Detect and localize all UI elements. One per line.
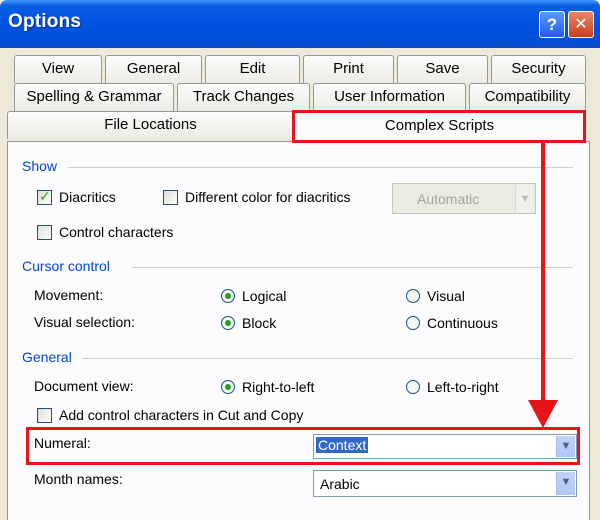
annotation-arrow-shaft bbox=[541, 143, 545, 407]
visual-selection-continuous-label[interactable]: Continuous bbox=[427, 315, 498, 331]
diacritics-checkbox[interactable]: ✓ bbox=[37, 188, 52, 205]
month-names-value: Arabic bbox=[320, 476, 360, 492]
different-color-label[interactable]: Different color for diacritics bbox=[185, 189, 350, 205]
window-title: Options bbox=[8, 11, 82, 32]
movement-logical-label[interactable]: Logical bbox=[242, 288, 286, 304]
month-names-label: Month names: bbox=[34, 471, 123, 487]
document-view-ltr-label[interactable]: Left-to-right bbox=[427, 379, 499, 395]
add-control-chars-checkbox[interactable] bbox=[37, 408, 52, 423]
tab-edit[interactable]: Edit bbox=[205, 55, 300, 83]
cursor-group-label: Cursor control bbox=[22, 258, 110, 274]
numeral-label: Numeral: bbox=[34, 435, 91, 451]
month-names-select[interactable]: Arabic ▼ bbox=[313, 470, 577, 497]
numeral-select[interactable]: Context ▼ bbox=[313, 434, 577, 459]
help-button[interactable]: ? bbox=[539, 11, 565, 38]
complex-scripts-panel: Show ✓ Diacritics Different color for di… bbox=[7, 141, 590, 520]
movement-visual-label[interactable]: Visual bbox=[427, 288, 465, 304]
numeral-value: Context bbox=[316, 437, 369, 453]
close-icon: ✕ bbox=[574, 16, 588, 33]
document-view-rtl-label[interactable]: Right-to-left bbox=[242, 379, 314, 395]
movement-visual-radio[interactable] bbox=[406, 289, 420, 303]
add-control-chars-label[interactable]: Add control characters in Cut and Copy bbox=[59, 407, 303, 423]
general-group-label: General bbox=[22, 349, 72, 365]
show-divider bbox=[68, 167, 573, 168]
show-group-label: Show bbox=[22, 158, 58, 174]
control-characters-checkbox[interactable] bbox=[37, 225, 52, 240]
diacritics-color-value: Automatic bbox=[417, 191, 480, 207]
document-view-ltr-radio[interactable] bbox=[406, 380, 420, 394]
movement-logical-radio[interactable] bbox=[221, 289, 235, 303]
visual-selection-block-radio[interactable] bbox=[221, 316, 235, 330]
chevron-down-icon: ▼ bbox=[556, 436, 575, 457]
tab-complex-scripts[interactable]: Complex Scripts bbox=[294, 111, 585, 141]
diacritics-label[interactable]: Diacritics bbox=[59, 189, 116, 205]
close-button[interactable]: ✕ bbox=[568, 11, 594, 38]
general-divider bbox=[82, 358, 573, 359]
document-view-rtl-radio[interactable] bbox=[221, 380, 235, 394]
options-dialog: Options ? ✕ View General Edit Print Save… bbox=[0, 0, 600, 520]
tab-user-information[interactable]: User Information bbox=[313, 83, 466, 111]
check-icon: ✓ bbox=[39, 188, 51, 204]
diacritics-color-select[interactable]: Automatic ▼ bbox=[392, 183, 536, 214]
tab-spelling-grammar[interactable]: Spelling & Grammar bbox=[14, 83, 174, 111]
different-color-checkbox[interactable] bbox=[163, 190, 178, 205]
tab-track-changes[interactable]: Track Changes bbox=[177, 83, 310, 111]
movement-label: Movement: bbox=[34, 287, 104, 303]
tab-save[interactable]: Save bbox=[397, 55, 488, 83]
tab-view[interactable]: View bbox=[14, 55, 102, 83]
annotation-arrow-head bbox=[528, 400, 558, 428]
help-icon: ? bbox=[546, 15, 558, 34]
cursor-divider bbox=[132, 267, 573, 268]
document-view-label: Document view: bbox=[34, 378, 134, 394]
visual-selection-label: Visual selection: bbox=[34, 314, 135, 330]
tab-file-locations[interactable]: File Locations bbox=[7, 111, 294, 139]
tab-compatibility[interactable]: Compatibility bbox=[469, 83, 586, 111]
control-characters-label[interactable]: Control characters bbox=[59, 224, 173, 240]
title-bar[interactable]: Options ? ✕ bbox=[0, 0, 600, 48]
chevron-down-icon: ▼ bbox=[515, 185, 534, 212]
chevron-down-icon: ▼ bbox=[556, 472, 575, 495]
visual-selection-block-label[interactable]: Block bbox=[242, 315, 276, 331]
tab-general[interactable]: General bbox=[105, 55, 202, 83]
tab-print[interactable]: Print bbox=[303, 55, 394, 83]
tab-security[interactable]: Security bbox=[491, 55, 586, 83]
visual-selection-continuous-radio[interactable] bbox=[406, 316, 420, 330]
